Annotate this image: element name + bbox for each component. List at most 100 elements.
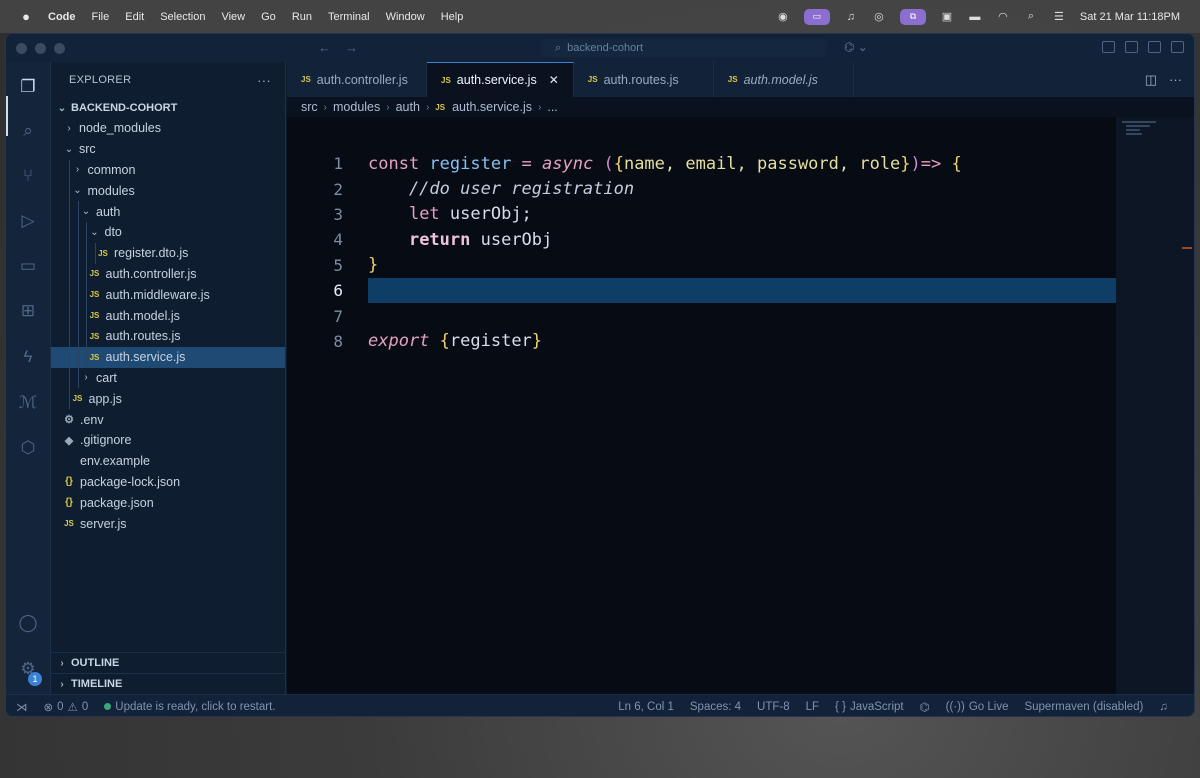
containers-icon[interactable]: ⬡ <box>17 437 39 459</box>
code-line[interactable]: 4 return userObj <box>287 227 1116 252</box>
display-icon[interactable]: ▣ <box>940 11 954 23</box>
tree-file[interactable]: {} package.json <box>51 492 285 513</box>
screen-share-icon[interactable]: ▭ <box>803 8 830 25</box>
menu-view[interactable]: View <box>221 11 245 23</box>
code-line[interactable]: 3 let userObj; <box>287 202 1116 227</box>
more-actions-icon[interactable]: ··· <box>1169 72 1182 87</box>
battery-icon[interactable]: ▬ <box>968 11 982 23</box>
go-live-button[interactable]: ((·)) Go Live <box>946 701 1009 713</box>
search-icon[interactable]: ⌕ <box>17 120 39 142</box>
code-line[interactable]: 5} <box>287 253 1116 278</box>
tree-file[interactable]: JS auth.middleware.js <box>51 284 285 306</box>
editor-tab[interactable]: JS auth.routes.js <box>574 62 714 97</box>
tree-file[interactable]: {} package-lock.json <box>51 472 285 493</box>
code-line[interactable]: 8 export {register} <box>287 329 1116 354</box>
tree-file[interactable]: JS register.dto.js <box>51 242 285 264</box>
extensions-icon[interactable]: ⊞ <box>17 300 39 322</box>
split-editor-icon[interactable]: ◫ <box>1145 72 1157 88</box>
menu-help[interactable]: Help <box>441 11 464 23</box>
audio-icon[interactable]: ♫ <box>844 11 858 23</box>
breadcrumb-modules[interactable]: modules <box>333 100 380 114</box>
language-mode[interactable]: { } JavaScript <box>835 701 904 713</box>
tree-file[interactable]: ◆ .gitignore <box>51 430 285 451</box>
customize-layout-icon[interactable] <box>1102 41 1115 53</box>
breadcrumb-auth[interactable]: auth <box>396 100 420 114</box>
code-line[interactable]: 7 <box>287 303 1116 328</box>
menu-run[interactable]: Run <box>292 11 312 23</box>
more-actions-icon[interactable]: ··· <box>257 73 271 88</box>
source-control-icon[interactable]: ⑂ <box>17 165 39 187</box>
toggle-panel-icon[interactable] <box>1148 41 1161 53</box>
problems-indicator[interactable]: ⊗ 0 ⚠ 0 <box>44 700 89 714</box>
close-window-button[interactable] <box>16 42 27 54</box>
line-ending[interactable]: LF <box>806 701 819 713</box>
tree-file[interactable]: env.example <box>51 451 285 472</box>
window-icon[interactable]: ⧉ <box>899 8 926 25</box>
code-line[interactable]: 1 const register = async ({name, email, p… <box>287 151 1116 176</box>
remote-explorer-icon[interactable]: ▭ <box>17 255 39 277</box>
tree-file[interactable]: JS auth.controller.js <box>51 263 285 285</box>
minimize-window-button[interactable] <box>35 42 46 54</box>
breadcrumb-src[interactable]: src <box>301 100 318 114</box>
wifi-icon[interactable]: ◠ <box>996 11 1010 23</box>
control-center-icon[interactable]: ☰ <box>1052 11 1066 23</box>
tree-folder[interactable]: ⌄ dto <box>51 221 285 243</box>
outline-section[interactable]: › OUTLINE <box>51 652 285 673</box>
editor-tab[interactable]: JS auth.controller.js <box>287 62 427 97</box>
copilot-status-icon[interactable]: ⌬ <box>920 700 930 714</box>
tree-file[interactable]: JS auth.model.js <box>51 305 285 326</box>
toggle-sidebar-icon[interactable] <box>1125 41 1138 53</box>
thunder-client-icon[interactable]: ϟ <box>17 346 39 368</box>
breadcrumb-file[interactable]: auth.service.js <box>452 100 532 114</box>
mongodb-icon[interactable]: ℳ <box>17 392 39 414</box>
tree-file[interactable]: JS server.js <box>51 513 285 534</box>
close-tab-icon[interactable]: ✕ <box>549 73 559 87</box>
tree-folder[interactable]: › cart <box>51 367 285 389</box>
tree-folder[interactable]: ⌄ modules <box>51 180 285 202</box>
record-icon[interactable]: ◉ <box>776 11 790 23</box>
tree-file[interactable]: JS app.js <box>51 388 285 410</box>
spotlight-search-icon[interactable]: ⌕ <box>1024 10 1038 23</box>
explorer-icon[interactable]: ❐ <box>17 76 39 98</box>
menu-edit[interactable]: Edit <box>125 11 144 23</box>
menu-window[interactable]: Window <box>386 11 425 23</box>
menu-go[interactable]: Go <box>261 11 276 23</box>
tree-folder[interactable]: ⌄ auth <box>51 201 285 222</box>
apple-icon[interactable]: ● <box>18 9 34 24</box>
minimap[interactable] <box>1116 117 1194 694</box>
code-line[interactable]: 2 //do user registration <box>287 176 1116 201</box>
supermaven-status[interactable]: Supermaven (disabled) <box>1024 701 1143 713</box>
menu-terminal[interactable]: Terminal <box>328 11 370 23</box>
project-folder-header[interactable]: ⌄ BACKEND-COHORT <box>51 98 285 118</box>
copilot-icon[interactable]: ⌬ ⌄ <box>844 40 868 54</box>
tree-file[interactable]: ⚙ .env <box>51 409 285 430</box>
account-icon[interactable]: ◯ <box>17 612 39 634</box>
tree-folder[interactable]: ⌄ src <box>51 139 285 160</box>
menu-app-name[interactable]: Code <box>48 11 76 23</box>
menu-selection[interactable]: Selection <box>160 11 205 23</box>
forward-arrow-icon[interactable]: → <box>345 40 358 55</box>
tree-file[interactable]: JS auth.service.js <box>51 346 285 368</box>
timeline-section[interactable]: › TIMELINE <box>51 673 285 694</box>
editor-tab[interactable]: JS auth.model.js <box>714 62 854 97</box>
back-arrow-icon[interactable]: ← <box>318 40 331 55</box>
remote-indicator-icon[interactable]: ⋊ <box>16 700 28 714</box>
indentation[interactable]: Spaces: 4 <box>690 701 741 713</box>
menu-file[interactable]: File <box>92 11 110 23</box>
command-center-search[interactable]: ⌕ backend-cohort <box>541 39 826 57</box>
update-notice[interactable]: Update is ready, click to restart. <box>104 701 275 713</box>
tree-file[interactable]: JS auth.routes.js <box>51 325 285 347</box>
cursor-position[interactable]: Ln 6, Col 1 <box>618 701 674 713</box>
notifications-bell-icon[interactable]: ♫ <box>1159 701 1168 713</box>
breadcrumb-symbol[interactable]: ... <box>547 100 557 114</box>
code-line[interactable]: 6 <box>287 278 1126 304</box>
run-debug-icon[interactable]: ▷ <box>17 210 39 232</box>
circle-icon[interactable]: ◎ <box>872 11 886 23</box>
tree-folder[interactable]: › common <box>51 159 285 181</box>
maximize-window-button[interactable] <box>54 42 65 54</box>
editor-tab[interactable]: JS auth.service.js ✕ <box>427 62 574 97</box>
encoding[interactable]: UTF-8 <box>757 701 790 713</box>
tree-folder[interactable]: › node_modules <box>51 118 285 139</box>
menubar-datetime[interactable]: Sat 21 Mar 11:18PM <box>1080 11 1180 23</box>
code-editor[interactable]: 1 const register = async ({name, email, p… <box>287 117 1126 694</box>
